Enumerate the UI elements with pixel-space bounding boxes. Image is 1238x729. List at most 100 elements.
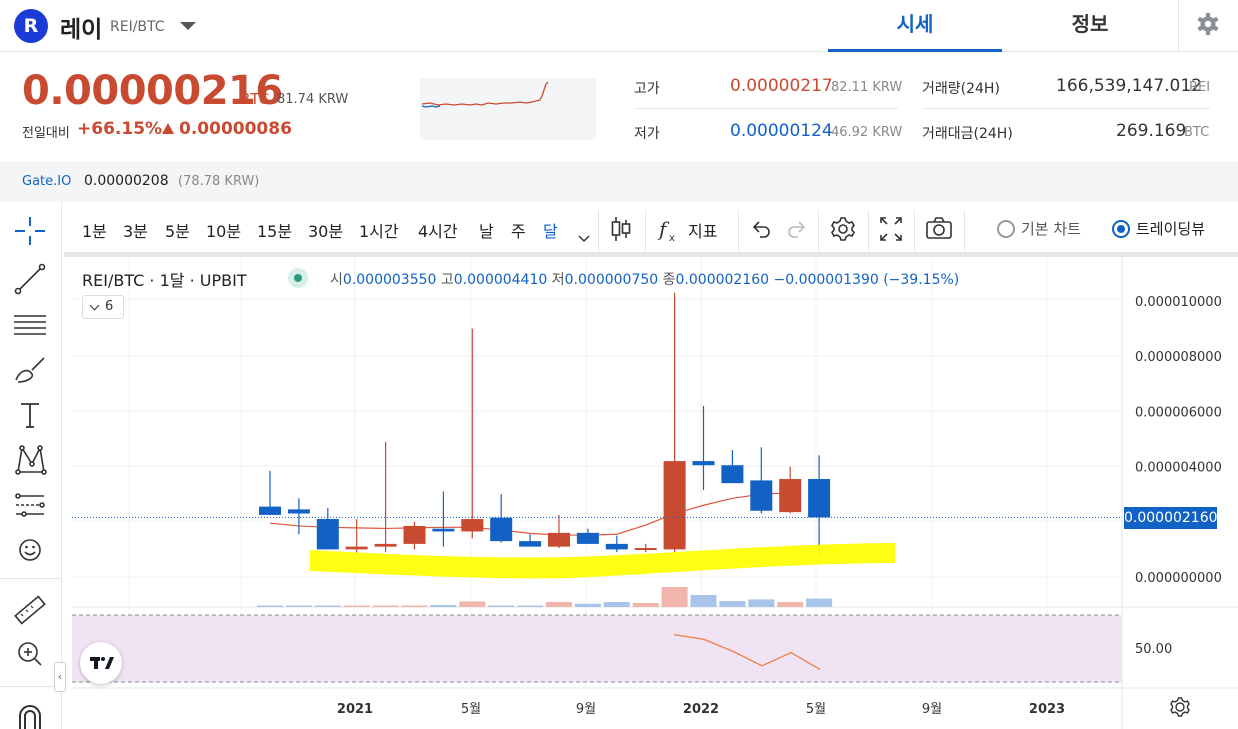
measure-tool[interactable]	[10, 592, 50, 628]
candle	[721, 450, 744, 484]
interval-week[interactable]: 주	[511, 218, 526, 242]
indicator-tick-label: 50.00	[1135, 642, 1172, 657]
pattern-tool[interactable]	[10, 442, 50, 478]
candle	[316, 508, 339, 550]
volume-bar	[690, 595, 717, 607]
interval-3m[interactable]: 3분	[123, 218, 148, 242]
magnet-tool[interactable]	[10, 696, 50, 729]
legend-exchange: UPBIT	[199, 271, 247, 290]
x-tick-label: 9월	[922, 702, 942, 717]
candle	[461, 328, 484, 539]
volume-value: 166,539,147.012	[1056, 76, 1203, 96]
crosshair-tool[interactable]	[10, 213, 50, 249]
trendline-tool[interactable]	[10, 261, 50, 297]
fib-tool[interactable]	[10, 308, 50, 344]
gear-icon	[1197, 13, 1219, 35]
candle-body	[374, 543, 397, 547]
candle	[490, 494, 513, 543]
tradingview-radio[interactable]	[1112, 220, 1130, 238]
x-tick-label: 9월	[576, 702, 596, 717]
fullscreen-icon[interactable]	[878, 212, 904, 246]
divider	[868, 210, 869, 252]
volume-bar	[603, 602, 630, 607]
indicator-button[interactable]: 지표	[688, 218, 717, 242]
redo-icon[interactable]	[784, 212, 810, 246]
text-tool[interactable]	[10, 397, 50, 433]
divider	[914, 210, 915, 252]
candle	[692, 405, 715, 491]
x-tick-label: 5월	[806, 702, 826, 717]
interval-5m[interactable]: 5분	[165, 218, 190, 242]
chart-legend-symbol: REI/BTC · 1달 · UPBIT	[82, 271, 247, 290]
interval-30m[interactable]: 30분	[308, 218, 343, 242]
candle	[663, 292, 686, 555]
chevron-down-icon[interactable]	[180, 22, 196, 30]
interval-10m[interactable]: 10분	[206, 218, 241, 242]
divider	[738, 210, 739, 252]
volume-bar	[343, 605, 370, 607]
interval-4h[interactable]: 4시간	[418, 218, 458, 242]
brush-icon	[15, 357, 45, 383]
interval-day[interactable]: 날	[479, 218, 494, 242]
coin-name[interactable]: 레이	[60, 10, 102, 44]
candle-body	[316, 519, 339, 550]
interval-1h[interactable]: 1시간	[359, 218, 399, 242]
tradingview-label[interactable]: 트레이딩뷰	[1136, 218, 1205, 239]
candle	[634, 543, 657, 553]
candle	[548, 514, 570, 549]
divider	[0, 686, 62, 687]
zoom-in-icon	[18, 642, 42, 666]
up-arrow-icon	[162, 123, 174, 134]
coin-logo-icon: R	[14, 9, 48, 43]
trendline-icon	[14, 263, 46, 295]
volume-bar	[574, 603, 601, 607]
brush-tool[interactable]	[10, 352, 50, 388]
basic-chart-radio[interactable]	[997, 220, 1015, 238]
coin-pair[interactable]: REI/BTC	[110, 19, 165, 35]
interval-month[interactable]: 달	[543, 218, 558, 242]
divider	[0, 578, 62, 579]
tab-sise[interactable]: 시세	[828, 0, 1002, 52]
candle-body	[259, 506, 281, 515]
settings-button[interactable]	[1178, 0, 1238, 52]
legend-pair: REI/BTC	[82, 271, 145, 290]
candle	[750, 447, 773, 514]
y-tick-label: 0.000010000	[1135, 295, 1222, 310]
close-value: 0.000002160	[675, 272, 770, 288]
divider	[964, 210, 965, 252]
chart-area[interactable]: 0.000010000 0.000008000 0.000006000 0.00000…	[72, 257, 1238, 729]
zoom-tool[interactable]	[10, 636, 50, 672]
function-icon[interactable]: f x	[656, 212, 682, 246]
price-chart[interactable]: 0.000010000 0.000008000 0.000006000 0.00000…	[72, 257, 1238, 729]
candle-type-button[interactable]	[606, 212, 636, 246]
basic-chart-label[interactable]: 기본 차트	[1021, 218, 1081, 239]
volume-bar	[806, 598, 833, 607]
chart-toolbar: 1분 3분 5분 10분 15분 30분 1시간 4시간 날 주 달 f x 지…	[72, 204, 1238, 252]
tab-info[interactable]: 정보	[1002, 0, 1178, 52]
change-amount: 0.00000086	[179, 119, 292, 139]
camera-icon[interactable]	[924, 212, 954, 246]
low-key: 저	[551, 272, 565, 288]
interval-1m[interactable]: 1분	[82, 218, 107, 242]
volume-bar	[748, 599, 775, 607]
volume-bar	[719, 601, 746, 607]
chart-legend-ohlc: 시0.000003550 고0.000004410 저0.000000750 종…	[330, 269, 959, 289]
chevron-down-icon[interactable]	[574, 222, 594, 256]
candle	[779, 466, 802, 514]
volume-bar	[777, 602, 804, 607]
axis-settings-gear-icon[interactable]	[1170, 697, 1190, 717]
tradingview-logo[interactable]	[80, 642, 122, 684]
exchange-row: Gate.IO 0.00000208 (78.78 KRW)	[0, 162, 1238, 202]
collapse-indicators-button[interactable]: 6	[82, 295, 124, 319]
emoji-tool[interactable]	[10, 532, 50, 568]
undo-icon[interactable]	[748, 212, 774, 246]
chart-settings-gear-icon[interactable]	[828, 212, 858, 246]
svg-text:x: x	[669, 233, 675, 244]
candle	[432, 491, 455, 547]
collapse-toolbar-button[interactable]: ‹	[54, 662, 66, 692]
prediction-tool[interactable]	[10, 487, 50, 523]
exchange-name[interactable]: Gate.IO	[22, 174, 71, 189]
divider	[645, 210, 646, 252]
interval-15m[interactable]: 15분	[257, 218, 292, 242]
candle-body	[461, 519, 484, 532]
